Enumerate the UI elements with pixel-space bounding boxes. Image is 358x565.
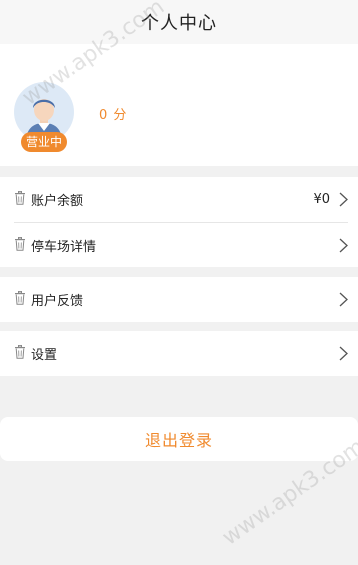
logout-button[interactable]: 退出登录 <box>0 417 358 461</box>
chevron-right-icon <box>339 292 348 307</box>
points-value: 0 分 <box>99 108 128 123</box>
menu-item-label: 设置 <box>31 348 58 363</box>
trash-icon <box>15 345 25 359</box>
menu-group-feedback: 用户反馈 <box>0 277 358 322</box>
menu-item-label: 用户反馈 <box>31 294 84 309</box>
profile-card: 营业中 0 分 <box>0 44 358 166</box>
menu-item-settings[interactable]: 设置 <box>0 331 358 376</box>
trash-icon <box>15 237 25 251</box>
chevron-right-icon <box>339 346 348 361</box>
status-badge: 营业中 <box>21 132 67 152</box>
menu-item-label: 停车场详情 <box>31 240 97 255</box>
trash-icon <box>15 291 25 305</box>
trash-icon <box>15 191 25 205</box>
top-bar: 个人中心 <box>0 0 358 44</box>
menu-item-label: 账户余额 <box>31 194 84 209</box>
chevron-right-icon <box>339 238 348 253</box>
balance-value: ¥0 <box>313 192 330 207</box>
menu-item-parking[interactable]: 停车场详情 <box>0 223 358 268</box>
menu-group-account: 账户余额 ¥0 停车场详情 <box>0 177 358 267</box>
chevron-right-icon <box>339 192 348 207</box>
menu-item-feedback[interactable]: 用户反馈 <box>0 277 358 322</box>
menu-group-settings: 设置 <box>0 331 358 376</box>
page-title: 个人中心 <box>141 13 217 34</box>
menu-item-balance[interactable]: 账户余额 ¥0 <box>0 177 358 222</box>
